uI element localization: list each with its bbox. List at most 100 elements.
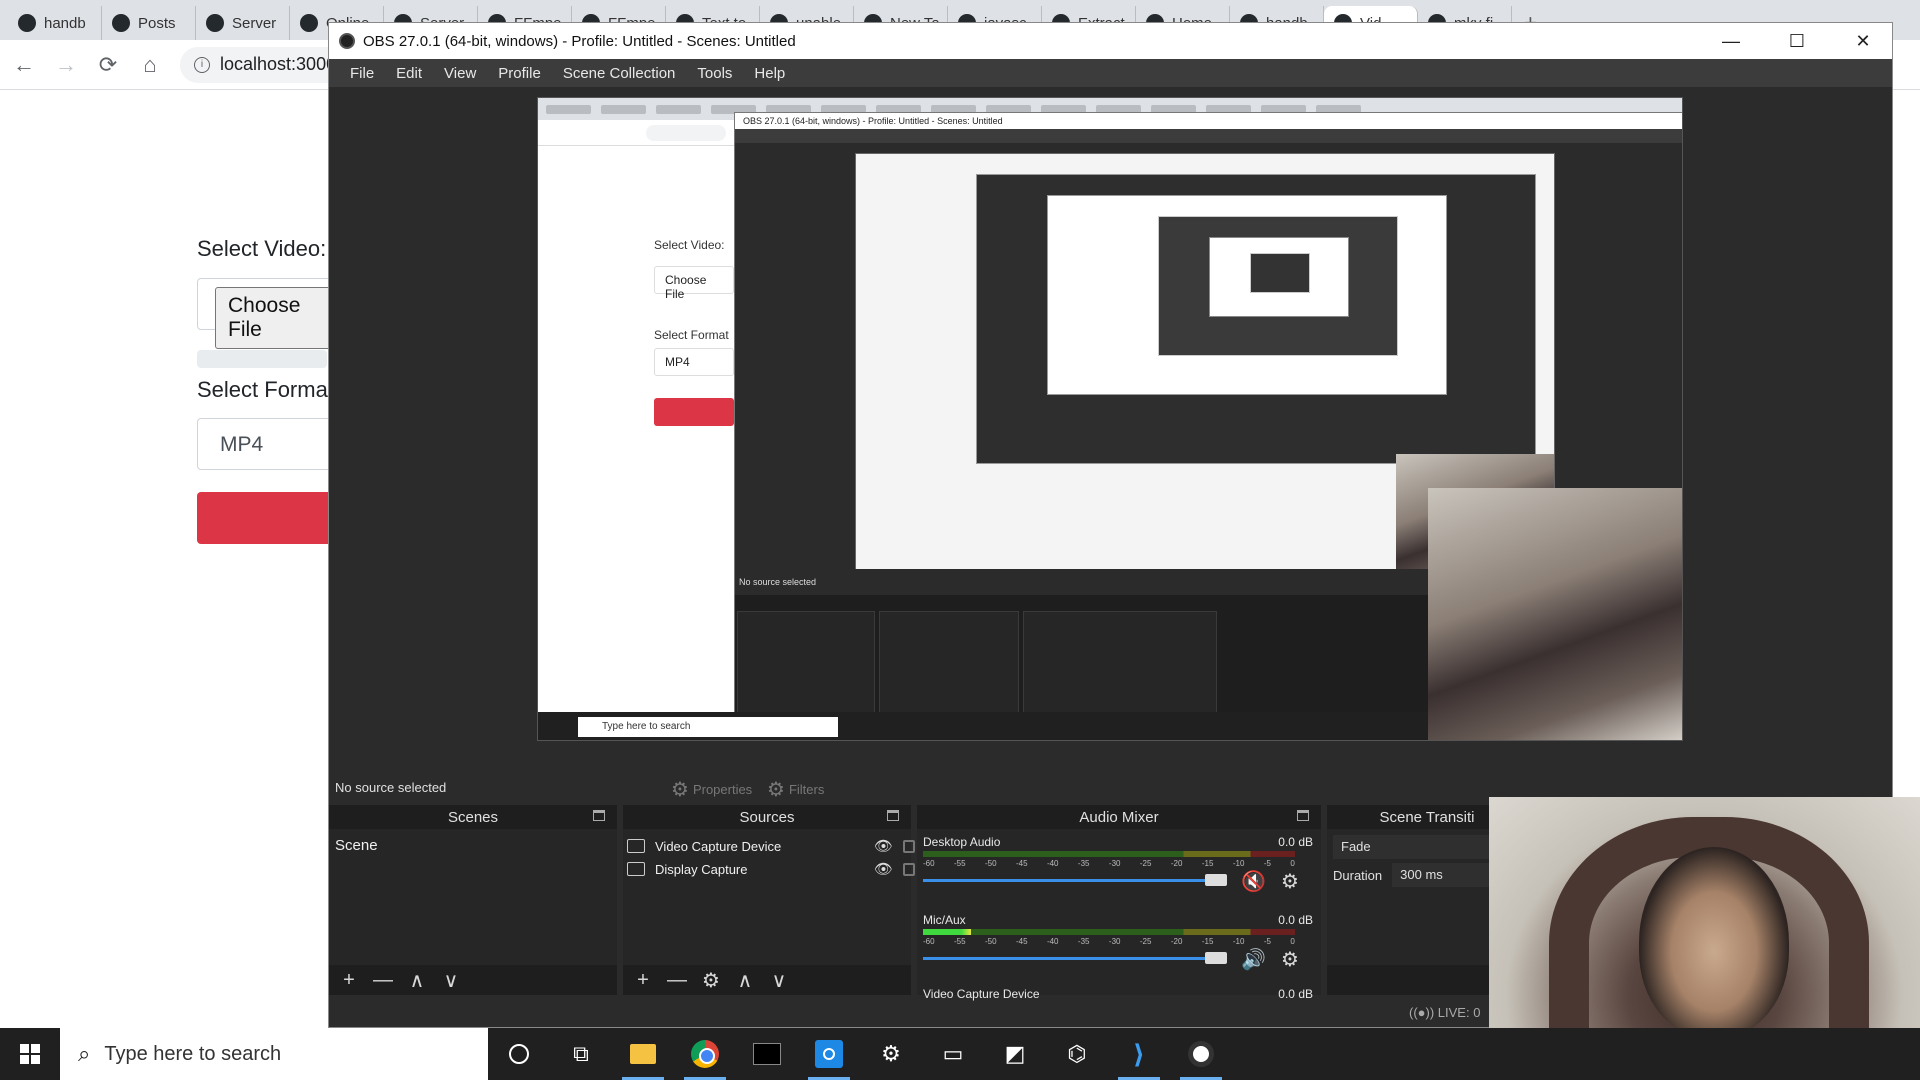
- scene-up-button[interactable]: ∧: [405, 968, 429, 993]
- terminal-icon[interactable]: [736, 1028, 798, 1080]
- choose-file-button[interactable]: Choose File: [215, 287, 336, 349]
- menu-help[interactable]: Help: [743, 65, 796, 82]
- undock-icon[interactable]: [1297, 810, 1309, 821]
- preview-canvas[interactable]: Select Video: Choose File Select Format …: [537, 97, 1683, 741]
- transition-type-select[interactable]: Fade: [1333, 835, 1513, 859]
- volume-slider[interactable]: [923, 874, 1227, 886]
- preview-webcam: [1428, 488, 1682, 740]
- monitor-icon: [627, 862, 645, 876]
- photos-icon[interactable]: ▭: [922, 1028, 984, 1080]
- reload-button[interactable]: ⟳: [96, 52, 120, 78]
- url-text: localhost:3000: [220, 54, 337, 74]
- duration-input[interactable]: 300 ms: [1392, 863, 1493, 887]
- minimize-button[interactable]: —: [1702, 31, 1760, 52]
- menu-edit[interactable]: Edit: [385, 65, 433, 82]
- maximize-button[interactable]: ☐: [1768, 31, 1826, 52]
- meter-tick-label: -45: [1015, 937, 1028, 946]
- scenes-toolbar: + — ∧ ∨: [329, 965, 617, 995]
- lock-icon[interactable]: [903, 862, 915, 876]
- browser-tab-label: handb: [44, 14, 86, 32]
- source-up-button[interactable]: ∧: [733, 968, 757, 993]
- chrome-icon[interactable]: [674, 1028, 736, 1080]
- volume-slider-thumb[interactable]: [1205, 952, 1227, 964]
- menu-view[interactable]: View: [433, 65, 487, 82]
- start-button[interactable]: [0, 1028, 60, 1080]
- source-properties-button[interactable]: ⚙: [699, 968, 723, 993]
- scenes-dock-header: Scenes: [329, 805, 617, 829]
- audio-mixer-body: Desktop Audio 0.0 dB -60 -55 -50 -45 -40 -35-…: [917, 829, 1321, 1001]
- meter-level: [923, 929, 972, 935]
- notes-icon[interactable]: ◩: [984, 1028, 1046, 1080]
- preview-search: Type here to search: [578, 717, 838, 737]
- audio-mixer-dock: Audio Mixer Desktop Audio 0.0 dB -60 -55 -…: [917, 805, 1321, 1001]
- undock-icon[interactable]: [887, 810, 899, 821]
- gear-icon[interactable]: ⚙: [1281, 869, 1299, 894]
- browser-tab[interactable]: Server: [196, 6, 290, 40]
- forward-button[interactable]: →: [54, 52, 78, 78]
- source-down-button[interactable]: ∨: [767, 968, 791, 993]
- obs-menu-bar: File Edit View Profile Scene Collection …: [329, 59, 1892, 87]
- menu-file[interactable]: File: [339, 65, 385, 82]
- properties-button[interactable]: ⚙ Properties: [671, 777, 752, 802]
- volume-slider[interactable]: [923, 952, 1227, 964]
- channel-db: 0.0 dB: [1278, 987, 1313, 1001]
- obs-window-title: OBS 27.0.1 (64-bit, windows) - Profile: …: [363, 32, 796, 50]
- convert-button[interactable]: [197, 492, 337, 544]
- site-info-icon[interactable]: i: [194, 56, 210, 73]
- browser-tab[interactable]: handb: [8, 6, 102, 40]
- undock-icon[interactable]: [593, 810, 605, 821]
- speaker-icon[interactable]: 🔊: [1241, 947, 1266, 972]
- volume-slider-thumb[interactable]: [1205, 874, 1227, 886]
- add-source-button[interactable]: +: [631, 969, 655, 992]
- preview-format-select: MP4: [654, 348, 734, 376]
- vscode-icon[interactable]: ⟩: [1108, 1028, 1170, 1080]
- source-name: Display Capture: [655, 861, 748, 877]
- visibility-eye-icon[interactable]: 👁: [874, 837, 893, 855]
- scenes-dock: Scenes Scene + — ∧ ∨: [329, 805, 617, 995]
- source-row-display-capture[interactable]: Display Capture 👁: [627, 858, 917, 880]
- network-app-icon[interactable]: ⌬: [1046, 1028, 1108, 1080]
- sources-dock-header: Sources: [623, 805, 911, 829]
- scene-down-button[interactable]: ∨: [439, 968, 463, 993]
- menu-profile[interactable]: Profile: [487, 65, 552, 82]
- visibility-eye-icon[interactable]: 👁: [874, 860, 893, 878]
- back-button[interactable]: ←: [12, 52, 36, 78]
- no-source-label: No source selected: [335, 780, 447, 795]
- video-file-input[interactable]: Choose File: [197, 278, 337, 349]
- filters-button[interactable]: ⚙ Filters: [767, 777, 824, 802]
- muted-speaker-icon[interactable]: 🔇: [1241, 869, 1266, 894]
- source-row-video-capture[interactable]: Video Capture Device 👁: [627, 835, 917, 857]
- meter-tick-label: 0: [1290, 937, 1295, 946]
- cortana-icon[interactable]: [488, 1028, 550, 1080]
- add-scene-button[interactable]: +: [337, 969, 361, 992]
- menu-scene-collection[interactable]: Scene Collection: [552, 65, 687, 82]
- taskbar-search-box[interactable]: ⌕ Type here to search: [60, 1028, 488, 1080]
- blue-app-icon[interactable]: [798, 1028, 860, 1080]
- transitions-title: Scene Transiti: [1379, 808, 1475, 826]
- duration-label: Duration: [1333, 867, 1383, 883]
- browser-tab[interactable]: Posts: [102, 6, 196, 40]
- meter-ticks: -60 -55 -50 -45 -40 -35 -30 -25 -20 -15 -10 -5 0: [923, 859, 1295, 869]
- search-icon: ⌕: [78, 1041, 91, 1066]
- meter-tick-label: 0: [1290, 859, 1295, 868]
- menu-tools[interactable]: Tools: [686, 65, 743, 82]
- meter-tick-label: -15: [1201, 937, 1214, 946]
- audio-mixer-header: Audio Mixer: [917, 805, 1321, 829]
- obs-icon[interactable]: [1170, 1028, 1232, 1080]
- scene-item[interactable]: Scene: [335, 837, 378, 854]
- file-explorer-icon[interactable]: [612, 1028, 674, 1080]
- format-select[interactable]: MP4: [197, 418, 337, 470]
- home-button[interactable]: ⌂: [138, 52, 162, 78]
- gear-icon[interactable]: ⚙: [1281, 947, 1299, 972]
- task-view-icon[interactable]: ⧉: [550, 1028, 612, 1080]
- close-button[interactable]: ✕: [1834, 31, 1892, 52]
- remove-scene-button[interactable]: —: [371, 969, 395, 992]
- lock-icon[interactable]: [903, 839, 915, 853]
- gear-icon: ⚙: [671, 779, 689, 801]
- preview-area: Select Video: Choose File Select Format …: [329, 87, 1892, 771]
- volume-meter: [923, 851, 1295, 857]
- settings-icon[interactable]: ⚙: [860, 1028, 922, 1080]
- remove-source-button[interactable]: —: [665, 969, 689, 992]
- transition-duration-row: Duration 300 ms: [1333, 863, 1493, 887]
- meter-tick-label: -25: [1139, 937, 1152, 946]
